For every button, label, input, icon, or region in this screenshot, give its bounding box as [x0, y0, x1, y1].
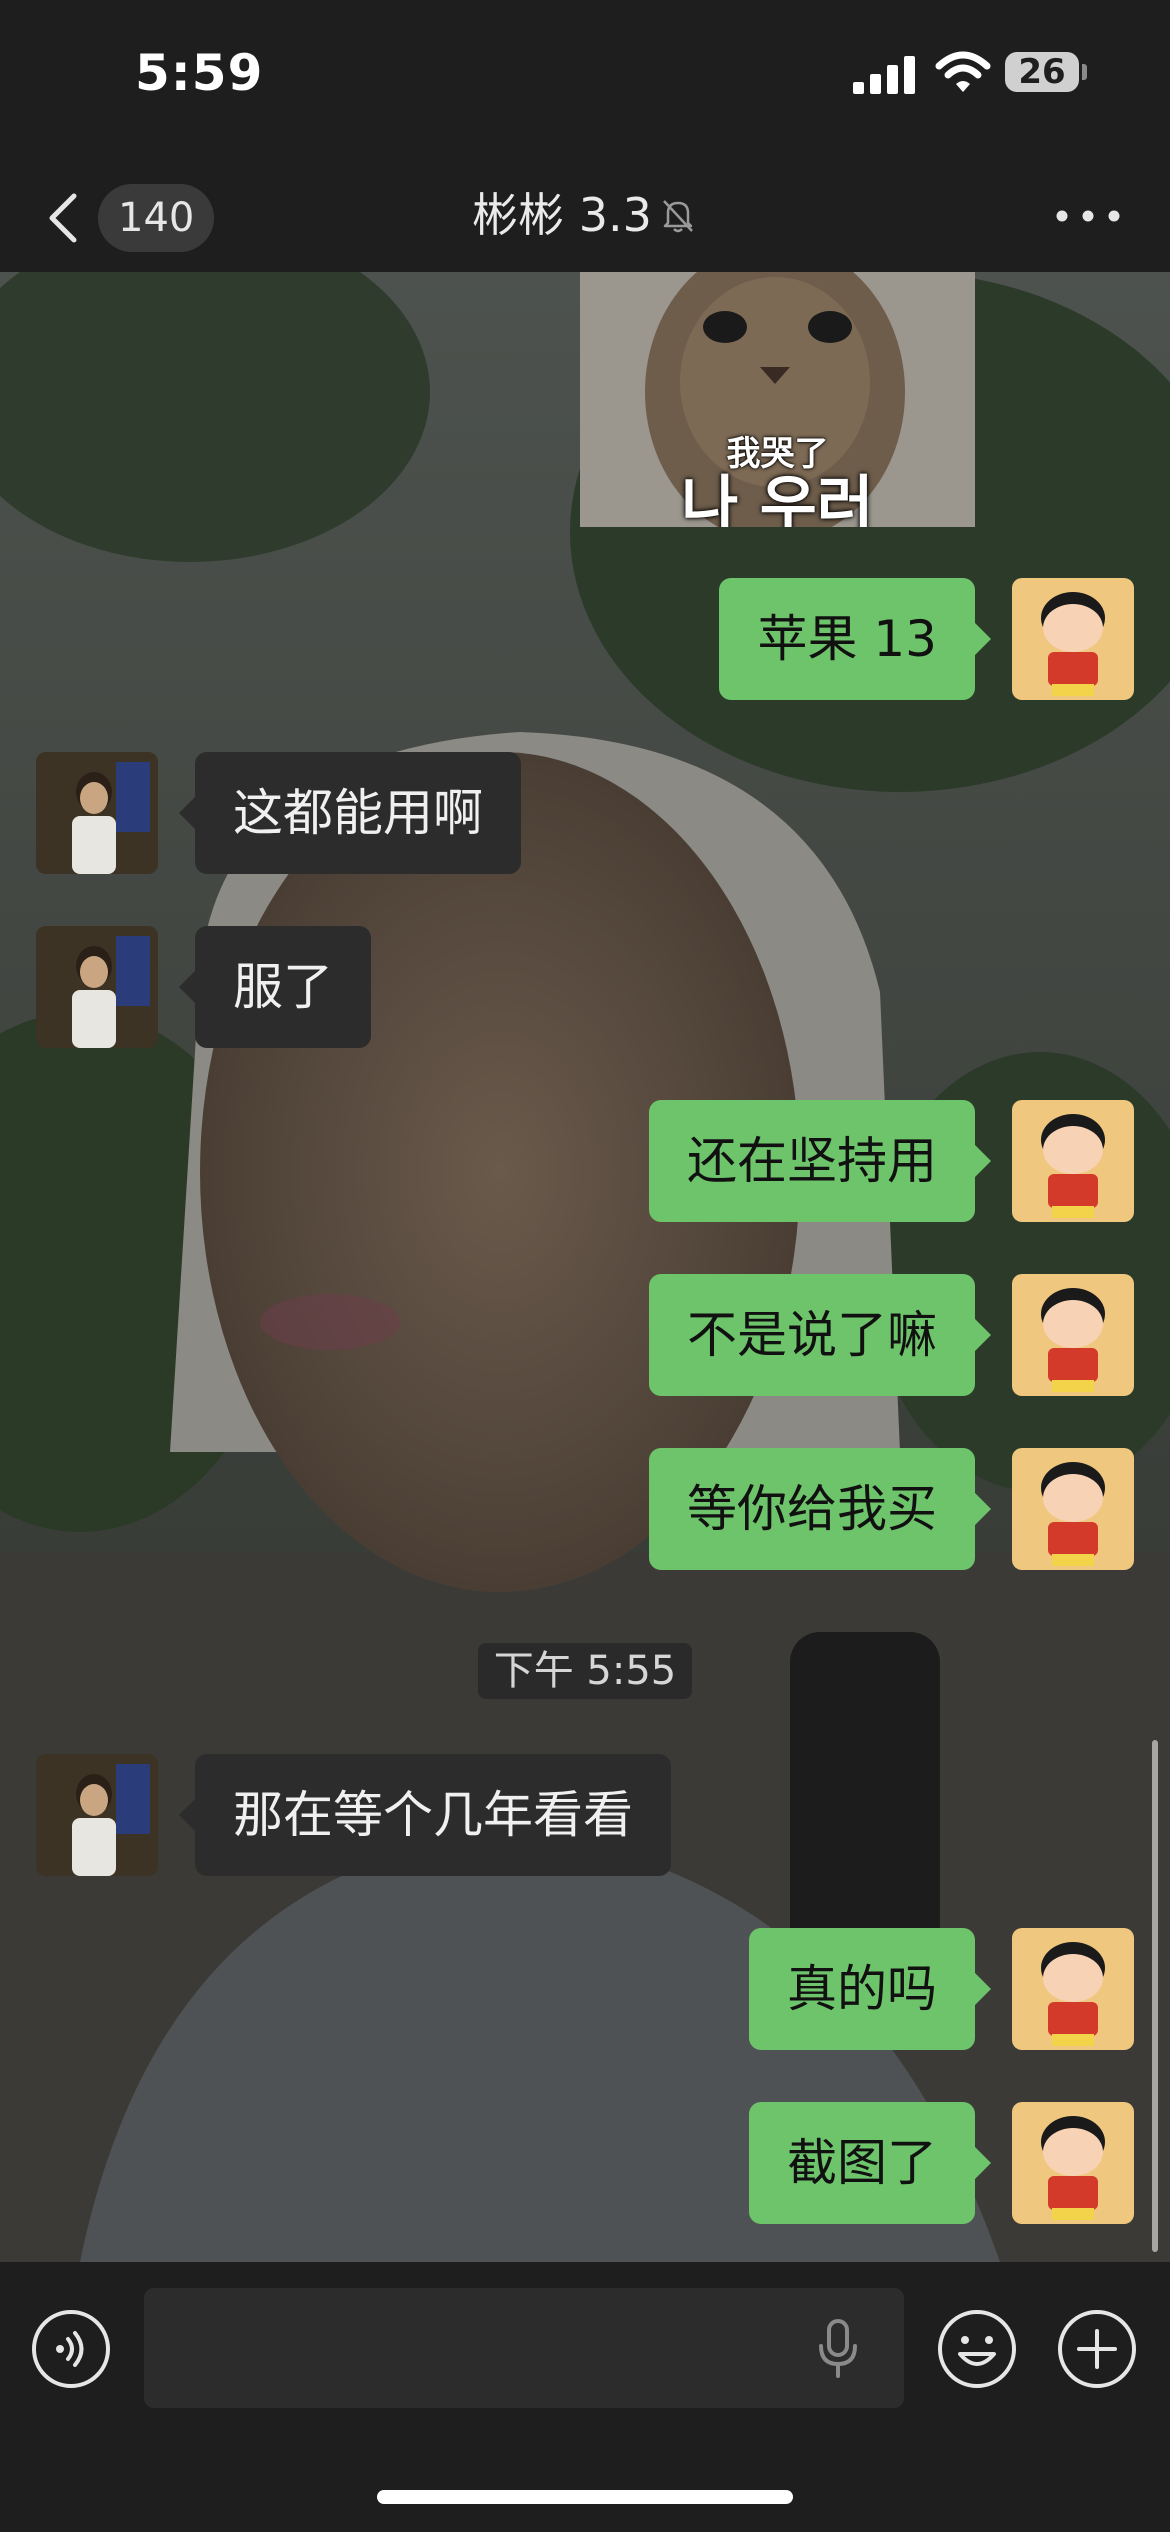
chat-area[interactable]: 我哭了 나 우러 苹果 13 这都能用啊 服了 还在坚持用 不是说了嘛 等你给我… — [0, 272, 1170, 2262]
message-text: 那在等个几年看看 — [233, 1786, 633, 1844]
message-text: 不是说了嘛 — [687, 1306, 937, 1364]
chat-title-text: 彬彬 3.3 — [472, 188, 652, 242]
message-bubble-outgoing[interactable]: 真的吗 — [749, 1928, 991, 2050]
message-text: 截图了 — [787, 2134, 937, 2192]
sticker-caption-kr: 나 우러 — [681, 468, 874, 527]
self-avatar[interactable] — [1012, 1928, 1134, 2050]
friend-avatar[interactable] — [36, 926, 158, 1048]
friend-avatar[interactable] — [36, 1754, 158, 1876]
microphone-icon[interactable] — [816, 2318, 860, 2380]
mute-bell-icon — [662, 199, 693, 232]
wifi-icon — [935, 51, 991, 92]
message-text: 服了 — [233, 958, 333, 1016]
message-bubble-outgoing[interactable]: 截图了 — [749, 2102, 991, 2224]
message-text: 还在坚持用 — [687, 1132, 937, 1190]
self-avatar[interactable] — [1012, 2102, 1134, 2224]
sticker-image[interactable]: 我哭了 나 우러 — [580, 272, 975, 527]
chat-background-photo — [0, 272, 1170, 2262]
message-bubble-outgoing[interactable]: 还在坚持用 — [649, 1100, 991, 1222]
plus-icon[interactable] — [1056, 2308, 1138, 2390]
battery-level: 26 — [1018, 52, 1066, 92]
message-input[interactable] — [144, 2288, 904, 2408]
message-bubble-incoming[interactable]: 服了 — [179, 926, 371, 1048]
self-avatar[interactable] — [1012, 578, 1134, 700]
self-avatar[interactable] — [1012, 1448, 1134, 1570]
self-avatar[interactable] — [1012, 1100, 1134, 1222]
friend-avatar[interactable] — [36, 752, 158, 874]
message-bubble-outgoing[interactable]: 苹果 13 — [719, 578, 991, 700]
home-indicator[interactable] — [377, 2490, 793, 2504]
chat-title: 彬彬 3.3 — [0, 182, 1170, 248]
message-bubble-incoming[interactable]: 这都能用啊 — [179, 752, 521, 874]
message-text: 真的吗 — [787, 1960, 937, 2018]
battery-nub — [1082, 64, 1087, 80]
message-timestamp: 下午 5:55 — [478, 1643, 692, 1699]
message-bubble-incoming[interactable]: 那在等个几年看看 — [179, 1754, 671, 1876]
self-avatar[interactable] — [1012, 1274, 1134, 1396]
nav-bar: 140 彬彬 3.3 — [0, 160, 1170, 272]
emoji-icon[interactable] — [936, 2308, 1018, 2390]
message-bubble-outgoing[interactable]: 等你给我买 — [649, 1448, 991, 1570]
more-icon[interactable] — [1048, 196, 1128, 236]
message-bubble-outgoing[interactable]: 不是说了嘛 — [649, 1274, 991, 1396]
status-time: 5:59 — [135, 44, 264, 102]
battery-icon: 26 — [1005, 52, 1079, 92]
voice-toggle-icon[interactable] — [30, 2308, 112, 2390]
scroll-indicator[interactable] — [1152, 1740, 1158, 2252]
status-bar: 5:59 26 — [0, 0, 1170, 160]
message-text: 等你给我买 — [687, 1480, 937, 1538]
signal-icon — [853, 56, 915, 94]
message-text: 苹果 13 — [757, 610, 937, 668]
message-text: 这都能用啊 — [233, 784, 483, 842]
